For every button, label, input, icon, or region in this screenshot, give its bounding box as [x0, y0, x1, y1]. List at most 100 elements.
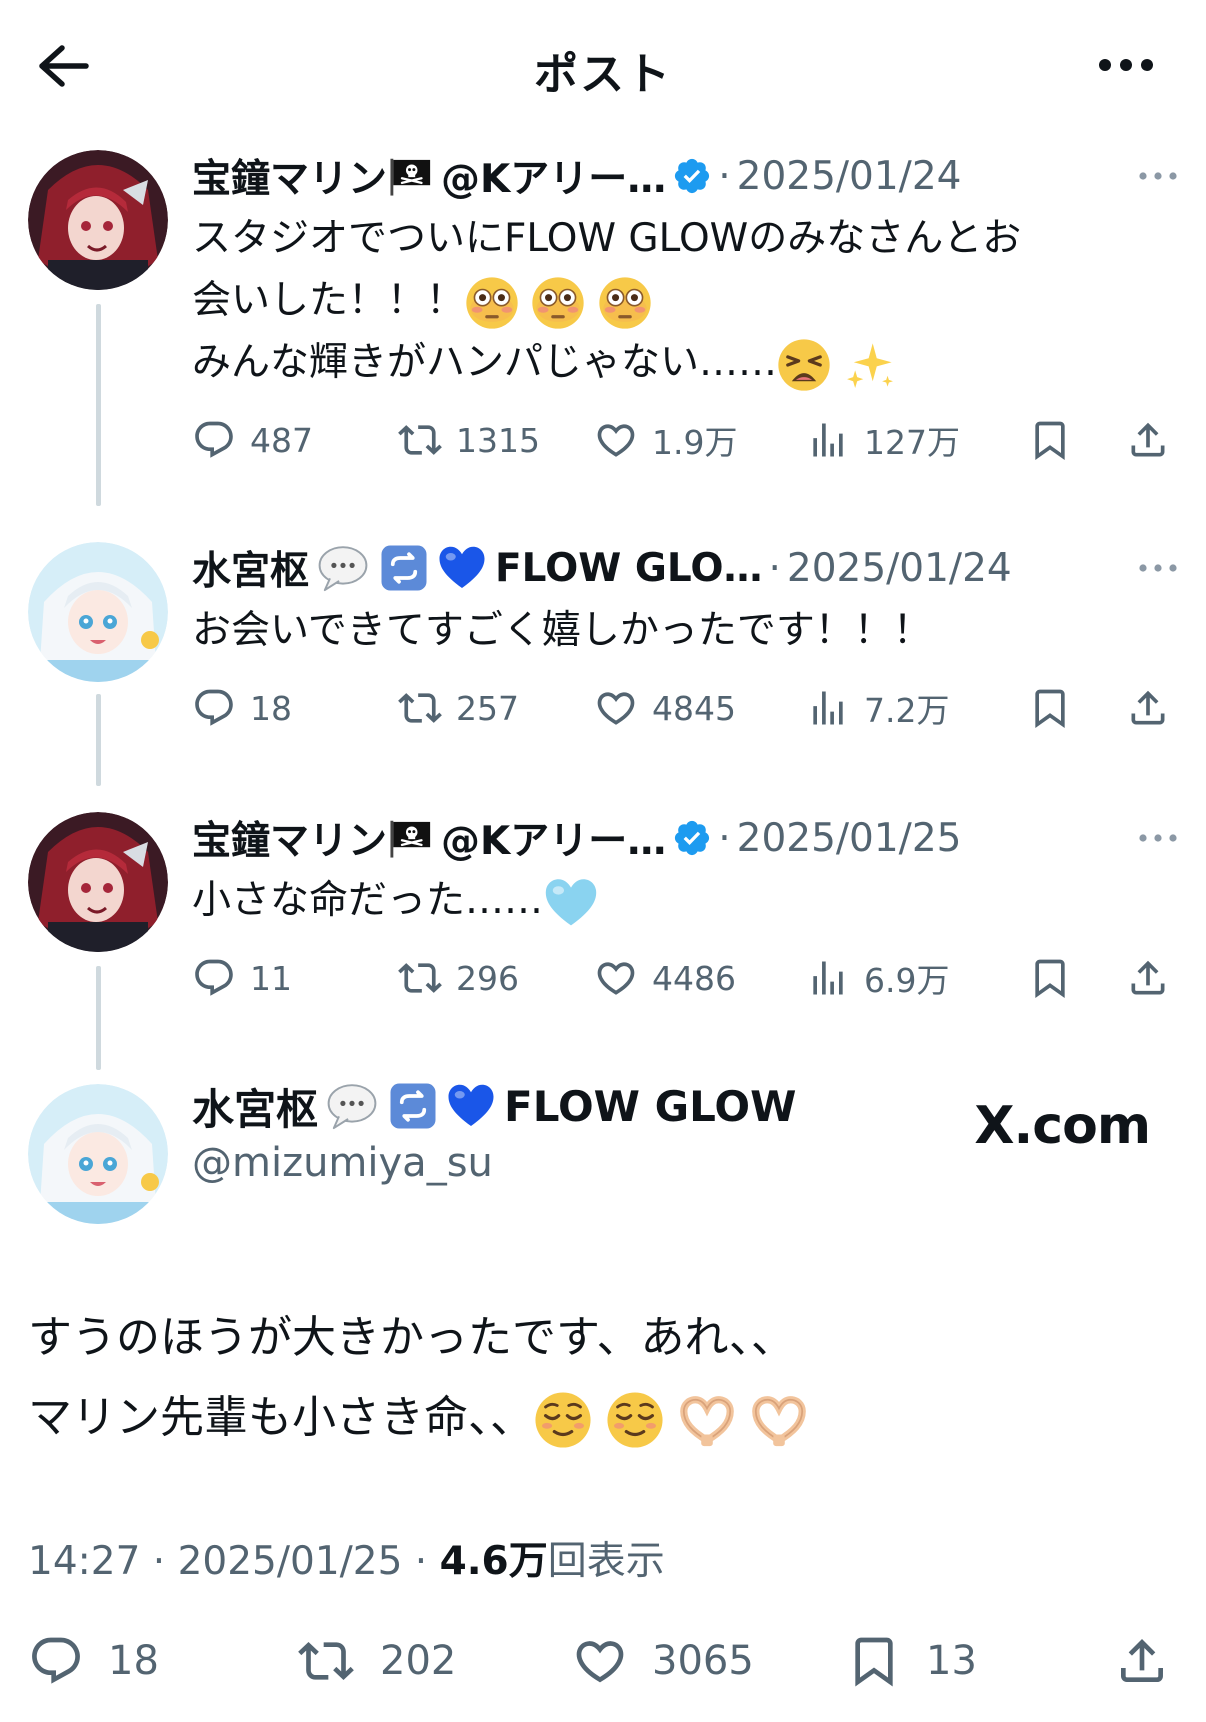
post-date[interactable]: 2025/01/25	[737, 816, 962, 861]
post-full-date[interactable]: 2025/01/25	[178, 1539, 403, 1584]
thread-line	[96, 304, 101, 506]
bookmark-button[interactable]	[1028, 410, 1072, 470]
views-button[interactable]: 127万	[806, 410, 960, 470]
more-options-button[interactable]	[1086, 40, 1166, 90]
main-display-name[interactable]: 水宮枢 FLOW GLOW	[192, 1078, 796, 1134]
like-icon	[594, 686, 638, 730]
blue-heart-icon	[446, 1081, 496, 1131]
page-title: ポスト	[534, 49, 672, 100]
verified-badge-icon	[672, 818, 712, 858]
top-bar: ポスト	[0, 0, 1206, 130]
views-button[interactable]: 7.2万	[806, 678, 949, 738]
bookmark-button[interactable]: 13	[846, 1626, 977, 1696]
avatar-marine[interactable]	[28, 812, 168, 952]
views-button[interactable]: 6.9万	[806, 948, 949, 1008]
reply-icon	[28, 1633, 84, 1689]
relieved-face-icon	[534, 1391, 592, 1449]
share-button[interactable]	[1126, 678, 1170, 738]
repost-icon	[398, 418, 442, 462]
xcom-watermark: X.com	[974, 1096, 1151, 1156]
display-name-suffix[interactable]: @Kアリー…	[441, 148, 666, 204]
sparkles-icon	[843, 338, 897, 392]
repost-icon	[398, 686, 442, 730]
display-name[interactable]: 宝鐘マリン	[192, 148, 387, 204]
more-icon	[1139, 172, 1177, 180]
post-text: 小さな命だった……	[192, 870, 1172, 932]
bookmark-icon	[1028, 956, 1072, 1000]
repeat-emoji-icon	[388, 1081, 438, 1131]
repost-icon	[296, 1633, 356, 1689]
more-icon	[1139, 564, 1177, 572]
pirate-flag-icon	[387, 815, 433, 861]
post-date[interactable]: 2025/01/24	[737, 154, 962, 199]
weary-face-icon	[777, 338, 831, 392]
repost-button[interactable]: 202	[296, 1626, 456, 1696]
reply-icon	[192, 686, 236, 730]
like-button[interactable]: 4845	[594, 678, 736, 738]
bookmark-icon	[1028, 418, 1072, 462]
share-icon	[1126, 956, 1170, 1000]
post-actions: 487 1315 1.9万 127万	[192, 410, 1182, 470]
reply-button[interactable]: 11	[192, 948, 292, 1008]
share-button[interactable]	[1114, 1626, 1170, 1696]
reply-button[interactable]: 18	[192, 678, 292, 738]
share-icon	[1126, 418, 1170, 462]
like-button[interactable]: 3065	[572, 1626, 754, 1696]
flushed-face-icon	[598, 276, 652, 330]
heart-hands-icon	[678, 1391, 736, 1449]
avatar-sumire[interactable]	[28, 542, 168, 682]
avatar-sumire[interactable]	[28, 1084, 168, 1224]
like-button[interactable]: 1.9万	[594, 410, 737, 470]
reply-button[interactable]: 18	[28, 1626, 159, 1696]
avatar-marine[interactable]	[28, 150, 168, 290]
share-icon	[1126, 686, 1170, 730]
pirate-flag-icon	[387, 153, 433, 199]
post-more-button[interactable]	[1138, 812, 1178, 864]
like-icon	[572, 1633, 628, 1689]
relieved-face-icon	[606, 1391, 664, 1449]
repost-icon	[398, 956, 442, 1000]
post-header: 宝鐘マリン @Kアリー… · 2025/01/25	[192, 810, 1182, 866]
post-header: 宝鐘マリン @Kアリー… · 2025/01/24	[192, 148, 1182, 204]
heart-hands-icon	[750, 1391, 808, 1449]
flushed-face-icon	[531, 276, 585, 330]
views-icon	[806, 418, 850, 462]
views-icon	[806, 686, 850, 730]
post-date[interactable]: 2025/01/24	[787, 546, 1012, 591]
share-button[interactable]	[1126, 410, 1170, 470]
thread-line	[96, 694, 101, 786]
bookmark-button[interactable]	[1028, 678, 1072, 738]
post-header: 水宮枢 FLOW GLO… · 2025/01/24	[192, 542, 1182, 594]
display-name-suffix[interactable]: @Kアリー…	[441, 810, 666, 866]
post-more-button[interactable]	[1138, 150, 1178, 202]
post-metadata: 14:27 · 2025/01/25 · 4.6万回表示	[28, 1539, 665, 1584]
display-name[interactable]: 水宮枢	[192, 540, 309, 596]
share-icon	[1114, 1633, 1170, 1689]
more-icon	[1099, 59, 1153, 71]
repost-button[interactable]: 1315	[398, 410, 540, 470]
display-name-suffix[interactable]: FLOW GLO…	[495, 546, 762, 591]
views-count: 4.6万	[439, 1539, 548, 1584]
blue-heart-icon	[437, 543, 487, 593]
more-icon	[1139, 834, 1177, 842]
post-time[interactable]: 14:27	[28, 1539, 140, 1584]
views-label: 回表示	[547, 1539, 665, 1584]
reply-icon	[192, 956, 236, 1000]
share-button[interactable]	[1126, 948, 1170, 1008]
post-more-button[interactable]	[1138, 542, 1178, 594]
like-icon	[594, 418, 638, 462]
bookmark-button[interactable]	[1028, 948, 1072, 1008]
main-handle[interactable]: @mizumiya_su	[192, 1140, 493, 1186]
light-blue-heart-icon	[543, 875, 599, 931]
flushed-face-icon	[465, 276, 519, 330]
post-actions: 11 296 4486 6.9万	[192, 948, 1182, 1008]
speech-bubble-icon	[324, 1080, 380, 1132]
reply-button[interactable]: 487	[192, 410, 313, 470]
repost-button[interactable]: 257	[398, 678, 519, 738]
repost-button[interactable]: 296	[398, 948, 519, 1008]
reply-icon	[192, 418, 236, 462]
like-button[interactable]: 4486	[594, 948, 736, 1008]
main-post-actions: 18 202 3065 13	[0, 1626, 1206, 1696]
display-name[interactable]: 宝鐘マリン	[192, 810, 387, 866]
speech-bubble-icon	[315, 542, 371, 594]
